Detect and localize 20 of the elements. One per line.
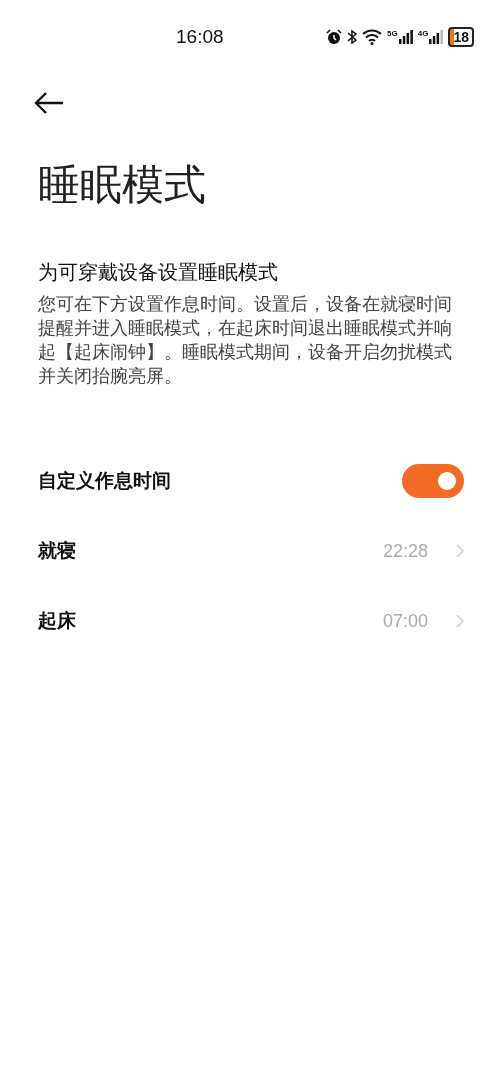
- page-title: 睡眠模式: [38, 159, 207, 211]
- setting-label: 就寝: [38, 538, 77, 563]
- section-heading: 为可穿戴设备设置睡眠模式: [38, 259, 279, 286]
- battery-level: 18: [448, 27, 474, 47]
- time-value[interactable]: 07:00: [382, 610, 428, 632]
- toggle-switch[interactable]: [402, 464, 464, 498]
- bluetooth-icon: [347, 29, 358, 45]
- alarm-clock-icon: [326, 29, 343, 45]
- setting-label: 起床: [38, 608, 77, 633]
- status-time: 16:08: [176, 26, 225, 48]
- setting-label: 自定义作息时间: [38, 468, 172, 493]
- wifi-icon: [362, 29, 383, 45]
- network-label: 4G: [417, 30, 429, 38]
- chevron-right-icon: [456, 544, 464, 558]
- signal-icon: [398, 30, 413, 44]
- description-text: 您可在下方设置作息时间。设置后，设备在就寝时间提醒并进入睡眠模式，在起床时间退出睡眠模式并响起【起床闹钟】。睡眠模式期间，设备开启勿扰模式并关闭抬腕亮屏。: [38, 293, 453, 388]
- time-value[interactable]: 22:28: [382, 540, 428, 562]
- signal-icon: [429, 30, 444, 44]
- network-label: 5G: [387, 30, 398, 38]
- chevron-right-icon: [456, 614, 464, 628]
